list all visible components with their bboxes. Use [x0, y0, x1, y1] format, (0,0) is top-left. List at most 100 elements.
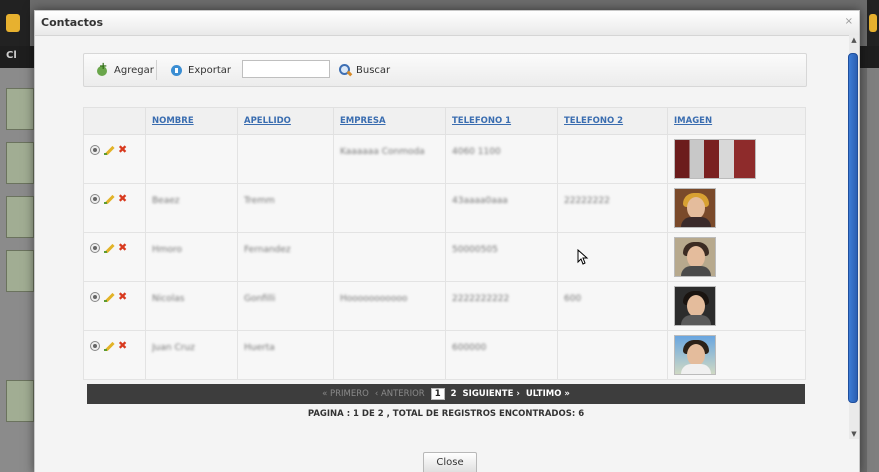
view-icon[interactable]: [90, 194, 100, 204]
bg-tile: [6, 88, 34, 130]
view-icon[interactable]: [90, 243, 100, 253]
bg-tile: [6, 380, 34, 422]
cell-apellido-text: Huerta: [244, 343, 275, 353]
cell-nombre: Hmoro: [145, 232, 238, 282]
cell-telefono2: [557, 330, 668, 380]
cell-nombre-text: Juan Cruz: [152, 343, 195, 353]
toolbar-divider: [156, 60, 157, 80]
cell-telefono2: [557, 232, 668, 282]
cell-telefono2: 22222222: [557, 183, 668, 233]
cell-telefono1: 50000505: [445, 232, 558, 282]
bg-tile: [6, 250, 34, 292]
woman-photo-thumbnail[interactable]: [674, 188, 716, 228]
phone-icon: [6, 14, 20, 32]
close-button[interactable]: Close: [423, 452, 477, 472]
photo-body: [681, 315, 711, 325]
pager-last[interactable]: ULTIMO »: [526, 389, 570, 399]
pager-previous[interactable]: ‹ ANTERIOR: [375, 389, 425, 399]
pager-next[interactable]: SIGUIENTE ›: [463, 389, 520, 399]
bg-right-panel: [867, 68, 879, 472]
cell-apellido-text: Gonfilli: [244, 294, 276, 304]
scrollbar[interactable]: ▲ ▼: [848, 35, 859, 439]
add-button[interactable]: Agregar: [96, 61, 154, 78]
edit-icon[interactable]: [104, 341, 114, 351]
row-actions: ✖: [83, 134, 146, 184]
scroll-down-icon[interactable]: ▼: [850, 430, 858, 438]
table-row: ✖ Nicolas Gonfilli Hooooooooooo 22222222…: [83, 281, 806, 331]
view-icon[interactable]: [90, 341, 100, 351]
column-header-empresa[interactable]: EMPRESA: [333, 107, 446, 135]
table-row: ✖ Hmoro Fernandez 50000505: [83, 232, 806, 282]
screen: Cl Contactos × Agregar Exportar: [0, 0, 879, 472]
modal-title: Contactos: [41, 16, 104, 29]
pager-page-2[interactable]: 2: [451, 389, 457, 399]
column-header-nombre[interactable]: NOMBRE: [145, 107, 238, 135]
column-header-telefono1[interactable]: TELEFONO 1: [445, 107, 558, 135]
cell-nombre: Beaez: [145, 183, 238, 233]
delete-icon[interactable]: ✖: [118, 144, 127, 155]
delete-icon[interactable]: ✖: [118, 291, 127, 302]
cell-empresa: Kaaaaaa Conmoda: [333, 134, 446, 184]
cell-telefono1-text: 43aaaa0aaa: [452, 196, 508, 206]
column-header-imagen[interactable]: IMAGEN: [667, 107, 806, 135]
photo-body: [681, 364, 711, 374]
delete-icon[interactable]: ✖: [118, 193, 127, 204]
search-button[interactable]: Buscar: [338, 62, 390, 78]
view-icon[interactable]: [90, 292, 100, 302]
cell-imagen: [667, 134, 806, 184]
search-button-label: Buscar: [356, 64, 391, 76]
export-button[interactable]: Exportar: [170, 62, 231, 78]
pagination-bar: « PRIMERO ‹ ANTERIOR 1 2 SIGUIENTE › ULT…: [87, 384, 805, 404]
cell-telefono1: 4060 1100: [445, 134, 558, 184]
delete-icon[interactable]: ✖: [118, 340, 127, 351]
column-header-telefono2[interactable]: TELEFONO 2: [557, 107, 668, 135]
edit-icon[interactable]: [104, 292, 114, 302]
table-row: ✖ Beaez Tremm 43aaaa0aaa 22222222: [83, 183, 806, 233]
bg-tile: [6, 196, 34, 238]
cell-telefono1-text: 2222222222: [452, 294, 510, 304]
modal-header[interactable]: Contactos ×: [35, 11, 859, 36]
group-photo-thumbnail[interactable]: [674, 139, 756, 179]
table-row: ✖ Juan Cruz Huerta 600000: [83, 330, 806, 380]
cell-telefono2-text: 22222222: [564, 196, 610, 206]
delete-icon[interactable]: ✖: [118, 242, 127, 253]
contacts-modal: Contactos × Agregar Exportar Buscar: [34, 10, 860, 472]
cell-apellido-text: Tremm: [244, 196, 275, 206]
cell-imagen: [667, 330, 806, 380]
row-actions: ✖: [83, 232, 146, 282]
edit-icon[interactable]: [104, 243, 114, 253]
mouse-cursor-icon: [577, 249, 589, 265]
pager-page-1[interactable]: 1: [430, 388, 445, 400]
cell-imagen: [667, 281, 806, 331]
scroll-thumb[interactable]: [848, 53, 858, 403]
cell-imagen: [667, 183, 806, 233]
cell-apellido: Fernandez: [237, 232, 334, 282]
scroll-up-icon[interactable]: ▲: [850, 36, 858, 44]
view-icon[interactable]: [90, 145, 100, 155]
phone-icon: [869, 14, 877, 32]
search-input[interactable]: [242, 60, 330, 78]
photo-face: [687, 246, 705, 268]
cell-nombre: Juan Cruz: [145, 330, 238, 380]
pager-first[interactable]: « PRIMERO: [322, 389, 369, 399]
photo-face: [687, 197, 705, 219]
cell-empresa: [333, 183, 446, 233]
edit-icon[interactable]: [104, 194, 114, 204]
column-header-apellido[interactable]: APELLIDO: [237, 107, 334, 135]
cell-telefono1-text: 4060 1100: [452, 147, 501, 157]
man-photo-thumbnail[interactable]: [674, 237, 716, 277]
bg-tile: [6, 142, 34, 184]
cell-nombre-text: Hmoro: [152, 245, 183, 255]
man-dark-photo-thumbnail[interactable]: [674, 286, 716, 326]
row-actions: ✖: [83, 330, 146, 380]
cell-telefono2-text: 600: [564, 294, 582, 304]
cell-apellido: Gonfilli: [237, 281, 334, 331]
add-button-label: Agregar: [114, 64, 154, 76]
cell-nombre-text: Nicolas: [152, 294, 185, 304]
man-outdoor-photo-thumbnail[interactable]: [674, 335, 716, 375]
cell-telefono2: [557, 134, 668, 184]
close-icon[interactable]: ×: [845, 16, 853, 27]
pagination-info: PAGINA : 1 DE 2 , TOTAL DE REGISTROS ENC…: [307, 409, 585, 419]
edit-icon[interactable]: [104, 145, 114, 155]
row-actions: ✖: [83, 281, 146, 331]
